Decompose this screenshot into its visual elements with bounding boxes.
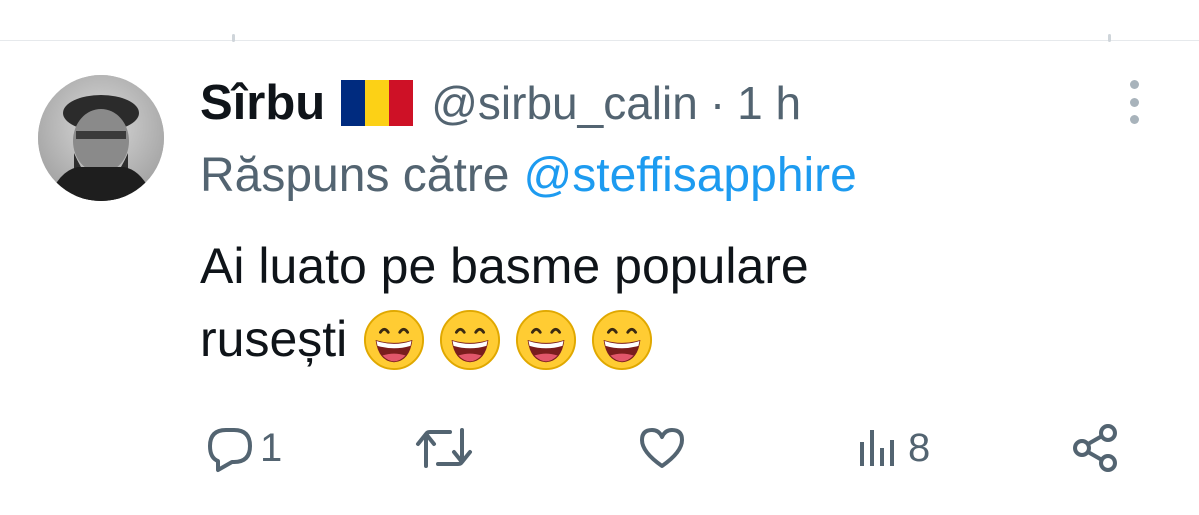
- grinning-face-icon: [516, 309, 577, 370]
- retweet-icon: [416, 428, 472, 468]
- reply-button[interactable]: 1: [204, 422, 282, 474]
- user-handle[interactable]: @sirbu_calin: [431, 76, 698, 130]
- more-dot: [1129, 97, 1139, 107]
- retweet-button[interactable]: [414, 422, 474, 474]
- reply-icon: [208, 428, 252, 472]
- reply-prefix: Răspuns către: [200, 148, 510, 202]
- tweet-text: Ai luato pe basme populare rusești: [200, 230, 1080, 376]
- separator-dot: ·: [709, 77, 726, 129]
- more-options-icon[interactable]: [1122, 80, 1146, 124]
- share-icon: [1073, 424, 1117, 472]
- more-dot: [1129, 115, 1139, 124]
- views-chart-icon: [860, 430, 894, 466]
- top-divider: [0, 34, 1199, 42]
- romania-flag-icon: [341, 80, 414, 126]
- previous-tweet-edge: [1108, 34, 1111, 42]
- flag-stripe-yellow: [365, 80, 390, 126]
- tweet-text-content: Ai luato pe basme populare: [200, 238, 809, 294]
- tweet-text-line-1: Ai luato pe basme populare: [200, 230, 1080, 303]
- share-button[interactable]: [1070, 422, 1122, 474]
- heart-icon: [640, 428, 684, 468]
- more-dot: [1129, 80, 1139, 89]
- avatar[interactable]: [38, 75, 164, 201]
- grinning-face-icon: [364, 309, 425, 370]
- flag-stripe-red: [389, 80, 414, 126]
- like-button[interactable]: [636, 422, 688, 474]
- previous-tweet-edge: [232, 34, 235, 42]
- timestamp[interactable]: 1 h: [737, 76, 801, 130]
- tweet-actions: 1 8: [0, 418, 1199, 478]
- reply-count: 1: [260, 425, 283, 470]
- reply-context: Răspuns către @steffisapphire: [200, 145, 857, 205]
- tweet-text-content: rusești: [200, 311, 348, 367]
- avatar-image: [38, 75, 164, 201]
- emoji-group: [363, 309, 667, 371]
- tweet-header: Sîrbu @sirbu_calin · 1 h: [200, 73, 801, 133]
- views-button[interactable]: 8: [856, 422, 930, 474]
- views-count: 8: [908, 425, 931, 470]
- display-name[interactable]: Sîrbu: [200, 75, 325, 131]
- tweet-text-line-2: rusești: [200, 303, 1080, 376]
- grinning-face-icon: [592, 309, 653, 370]
- reply-to-handle[interactable]: @steffisapphire: [524, 148, 857, 203]
- flag-stripe-blue: [341, 80, 366, 126]
- grinning-face-icon: [440, 309, 501, 370]
